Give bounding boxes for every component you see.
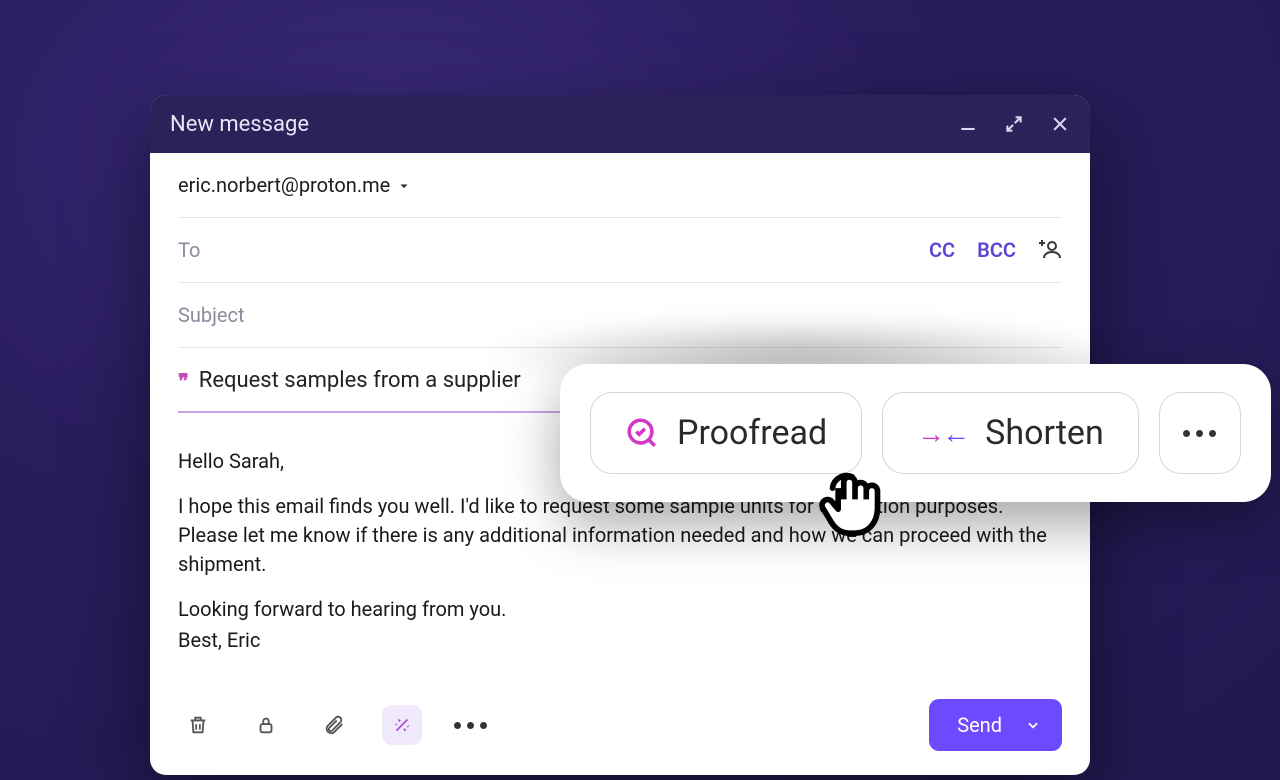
send-label: Send: [957, 713, 1002, 737]
popover-more-button[interactable]: [1159, 392, 1241, 474]
subject-placeholder: Subject: [178, 303, 245, 327]
subject-field-row[interactable]: Subject: [178, 283, 1062, 348]
shorten-icon: →←: [917, 417, 967, 450]
from-field-row: eric.norbert@proton.me: [178, 153, 1062, 218]
shorten-button[interactable]: →← Shorten: [882, 392, 1139, 474]
window-actions: [958, 114, 1070, 134]
ai-prompt-row[interactable]: ❞ Request samples from a supplier: [178, 348, 578, 413]
encryption-button[interactable]: [246, 705, 286, 745]
window-title: New message: [170, 112, 958, 137]
ellipsis-icon: [1183, 430, 1216, 437]
to-actions: CC BCC: [929, 238, 1062, 262]
close-button[interactable]: [1050, 114, 1070, 134]
body-paragraph-1: I hope this email finds you well. I'd li…: [178, 492, 1062, 579]
body-paragraph-2: Looking forward to hearing from you.: [178, 595, 1062, 624]
chevron-down-icon: [398, 173, 410, 197]
send-button[interactable]: Send: [929, 699, 1062, 751]
to-field-row[interactable]: To CC BCC: [178, 218, 1062, 283]
add-contact-button[interactable]: [1038, 238, 1062, 262]
bcc-button[interactable]: BCC: [977, 238, 1016, 262]
ai-prompt-text: Request samples from a supplier: [199, 368, 521, 393]
attachment-button[interactable]: [314, 705, 354, 745]
cc-button[interactable]: CC: [929, 238, 955, 262]
bottom-toolbar: Send: [150, 681, 1090, 775]
to-label: To: [178, 238, 929, 262]
ai-assistant-button[interactable]: [382, 705, 422, 745]
from-address: eric.norbert@proton.me: [178, 173, 390, 197]
proofread-icon: [625, 416, 659, 450]
proofread-button[interactable]: Proofread: [590, 392, 862, 474]
shorten-label: Shorten: [985, 413, 1104, 453]
quote-icon: ❞: [178, 369, 187, 393]
titlebar: New message: [150, 95, 1090, 153]
ai-suggestion-popover: Proofread →← Shorten: [560, 364, 1271, 502]
proofread-label: Proofread: [677, 413, 827, 453]
expand-button[interactable]: [1004, 114, 1024, 134]
delete-button[interactable]: [178, 705, 218, 745]
minimize-button[interactable]: [958, 114, 978, 134]
body-signature: Best, Eric: [178, 626, 1062, 655]
more-options-button[interactable]: [450, 705, 490, 745]
from-selector[interactable]: eric.norbert@proton.me: [178, 173, 410, 197]
